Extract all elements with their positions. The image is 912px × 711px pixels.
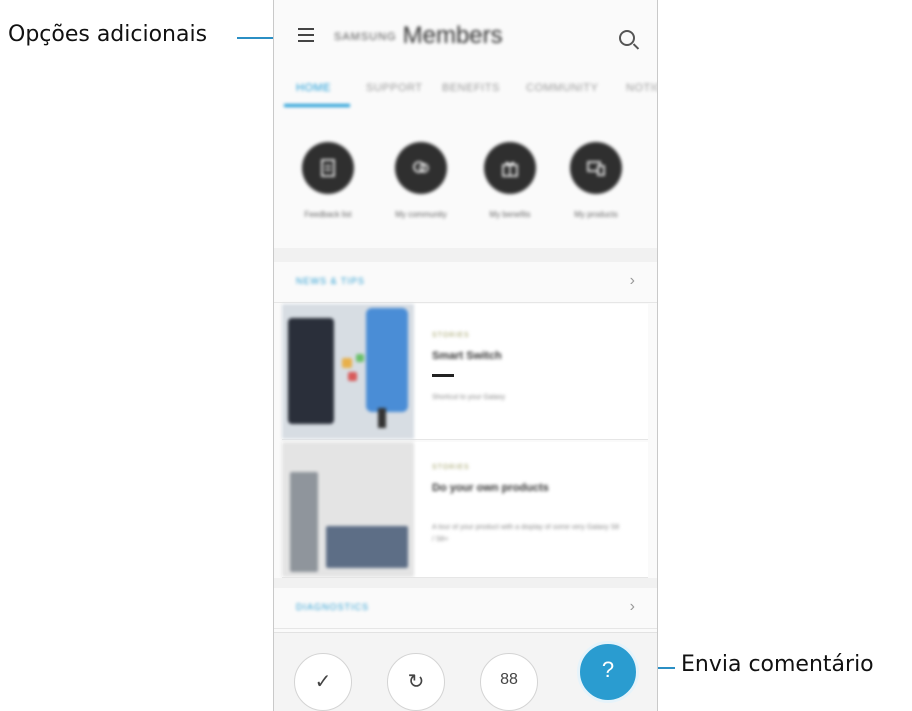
- app-title-text: Members: [402, 22, 503, 49]
- news-tips-header[interactable]: NEWS & TIPS ›: [274, 262, 657, 303]
- quick-action-label: Feedback list: [304, 210, 352, 219]
- quick-actions: Feedback list My community My benefits M…: [274, 120, 657, 249]
- section-title: DIAGNOSTICS: [296, 602, 370, 612]
- quick-action-label: My community: [395, 210, 447, 219]
- quick-action-feedback[interactable]: Feedback list: [288, 142, 368, 219]
- refresh-icon: ↻: [407, 671, 425, 693]
- quick-action-label: My benefits: [489, 210, 531, 219]
- chevron-right-icon: ›: [629, 272, 635, 289]
- quick-action-community[interactable]: My community: [381, 142, 461, 219]
- tab-home[interactable]: HOME: [296, 82, 331, 94]
- brand-label: SAMSUNG: [334, 30, 397, 43]
- chevron-right-icon: ›: [629, 598, 635, 615]
- quick-action-label: My products: [574, 210, 618, 219]
- quick-action-products[interactable]: My products: [556, 142, 636, 219]
- app-title: SAMSUNG Members: [334, 22, 503, 50]
- article-title: Do your own products: [432, 482, 549, 494]
- phone-screen: SAMSUNG Members HOME SUPPORT BENEFITS COM…: [273, 0, 658, 711]
- section-spacer: [274, 578, 657, 588]
- callout-additional-options: Opções adicionais: [8, 22, 208, 47]
- menu-icon[interactable]: [298, 28, 314, 42]
- article-thumbnail: [282, 304, 414, 439]
- feedback-icon: [302, 142, 354, 194]
- apps-icon: 88: [500, 671, 518, 688]
- article-card[interactable]: STORIES Do your own products A tour of y…: [282, 442, 648, 578]
- article-divider: [432, 374, 454, 377]
- tab-support[interactable]: SUPPORT: [366, 82, 422, 94]
- article-description: A tour of your product with a display of…: [432, 524, 620, 543]
- devices-icon: [570, 142, 622, 194]
- article-title: Smart Switch: [432, 350, 502, 362]
- community-icon: [395, 142, 447, 194]
- tab-notices[interactable]: NOTICES: [626, 82, 657, 94]
- apps-button[interactable]: 88: [480, 653, 538, 711]
- tab-benefits[interactable]: BENEFITS: [442, 82, 500, 94]
- quick-action-benefits[interactable]: My benefits: [470, 142, 550, 219]
- app-header: SAMSUNG Members: [274, 0, 657, 82]
- article-category: STORIES: [432, 332, 470, 339]
- gift-icon: [484, 142, 536, 194]
- article-card[interactable]: STORIES Smart Switch Shortcut to your Ga…: [282, 304, 648, 440]
- callout-send-feedback: Envia comentário: [681, 652, 874, 677]
- article-description: Shortcut to your Galaxy: [432, 394, 506, 401]
- article-category: STORIES: [432, 464, 470, 471]
- section-title: NEWS & TIPS: [296, 276, 365, 286]
- search-icon[interactable]: [619, 30, 635, 46]
- feedback-fab-button[interactable]: ?: [577, 641, 639, 703]
- section-spacer: [274, 248, 657, 262]
- refresh-button[interactable]: ↻: [387, 653, 445, 711]
- tab-bar: HOME SUPPORT BENEFITS COMMUNITY NOTICES: [274, 72, 657, 110]
- help-icon: ?: [601, 657, 615, 682]
- tab-community[interactable]: COMMUNITY: [526, 82, 598, 94]
- diagnostics-header[interactable]: DIAGNOSTICS ›: [274, 588, 657, 629]
- article-thumbnail: [282, 442, 414, 577]
- check-button[interactable]: ✓: [294, 653, 352, 711]
- check-icon: ✓: [314, 671, 332, 693]
- tab-active-indicator: [284, 104, 350, 107]
